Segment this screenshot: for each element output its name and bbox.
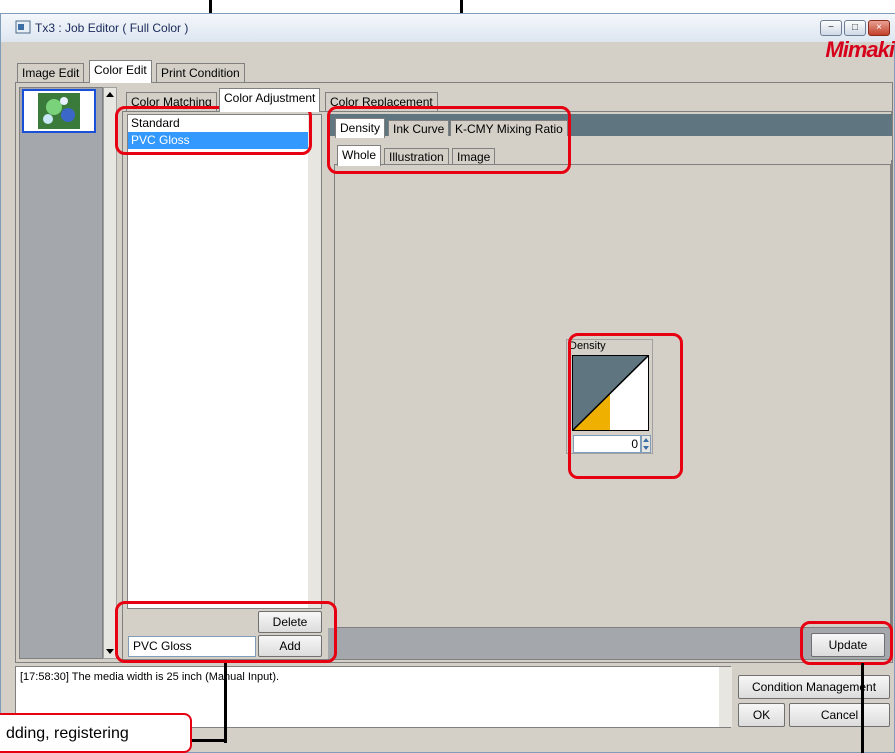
ok-button[interactable]: OK [738,703,785,727]
callout-box: dding, registering [0,713,192,753]
tab-whole[interactable]: Whole [337,145,382,166]
scroll-down-icon[interactable] [105,647,115,655]
title-bar: Tx3 : Job Editor ( Full Color ) − □ × [1,14,895,42]
callout-line-bottom [224,663,227,743]
minimize-button[interactable]: − [820,20,842,36]
tab-image-edit[interactable]: Image Edit [17,63,85,83]
close-button[interactable]: × [868,20,890,36]
thumbnail-panel [19,87,103,659]
highlight-update-button [800,621,893,665]
tab-density[interactable]: Density [335,118,386,138]
tab-print-condition[interactable]: Print Condition [156,63,245,83]
callout-text: dding, registering [6,725,129,742]
thumbnail-selected[interactable] [22,89,96,133]
callout-connector [190,739,226,742]
tab-color-edit[interactable]: Color Edit [89,60,152,83]
app-icon [15,20,31,34]
callout-line-update [861,663,864,753]
highlight-adjustment-list [115,106,312,155]
window-title: Tx3 : Job Editor ( Full Color ) [35,21,189,35]
highlight-density-control [568,333,683,479]
highlight-list-buttons [115,601,337,663]
cancel-button[interactable]: Cancel [789,703,890,727]
thumbnail-image [38,93,80,129]
condition-management-button[interactable]: Condition Management [738,675,890,699]
mimaki-logo: Mimaki [825,37,895,62]
scroll-up-icon[interactable] [105,91,115,99]
tab-color-adjustment[interactable]: Color Adjustment [219,88,321,112]
thumbnail-scrollbar[interactable] [103,87,117,659]
log-scrollbar[interactable] [719,667,732,727]
maximize-button[interactable]: □ [844,20,866,36]
adjustment-list[interactable]: Standard PVC Gloss [127,114,322,609]
adjustment-list-scrollbar[interactable] [308,115,321,608]
log-message: [17:58:30] The media width is 25 inch (M… [20,671,280,683]
